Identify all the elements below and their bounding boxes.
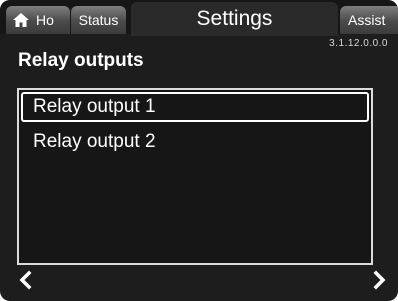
tab-bar: Ho Status Settings Assist — [0, 0, 398, 36]
tab-assist-label: Assist — [348, 12, 386, 28]
relay-output-list: Relay output 1 Relay output 2 — [17, 88, 373, 265]
tab-status[interactable]: Status — [71, 6, 126, 34]
list-item-relay-output-1[interactable]: Relay output 1 — [21, 92, 369, 122]
list-item-label: Relay output 1 — [33, 96, 156, 117]
tab-status-label: Status — [78, 12, 119, 28]
home-icon — [13, 13, 29, 27]
tab-assist[interactable]: Assist — [340, 6, 398, 34]
page-title: Relay outputs — [18, 50, 144, 71]
tab-home[interactable]: Ho — [6, 6, 70, 34]
list-item-label: Relay output 2 — [33, 131, 156, 152]
version-label: 3.1.12.0.0.0 — [329, 38, 388, 49]
tab-settings[interactable]: Settings — [131, 2, 338, 36]
list-item-relay-output-2[interactable]: Relay output 2 — [21, 128, 369, 158]
display-screen: Ho Status Settings Assist 3.1.12.0.0.0 R… — [0, 0, 398, 301]
tab-settings-label: Settings — [196, 7, 273, 30]
tab-home-label: Ho — [36, 12, 54, 28]
chevron-left-icon[interactable] — [18, 270, 34, 290]
chevron-right-icon[interactable] — [371, 270, 387, 290]
